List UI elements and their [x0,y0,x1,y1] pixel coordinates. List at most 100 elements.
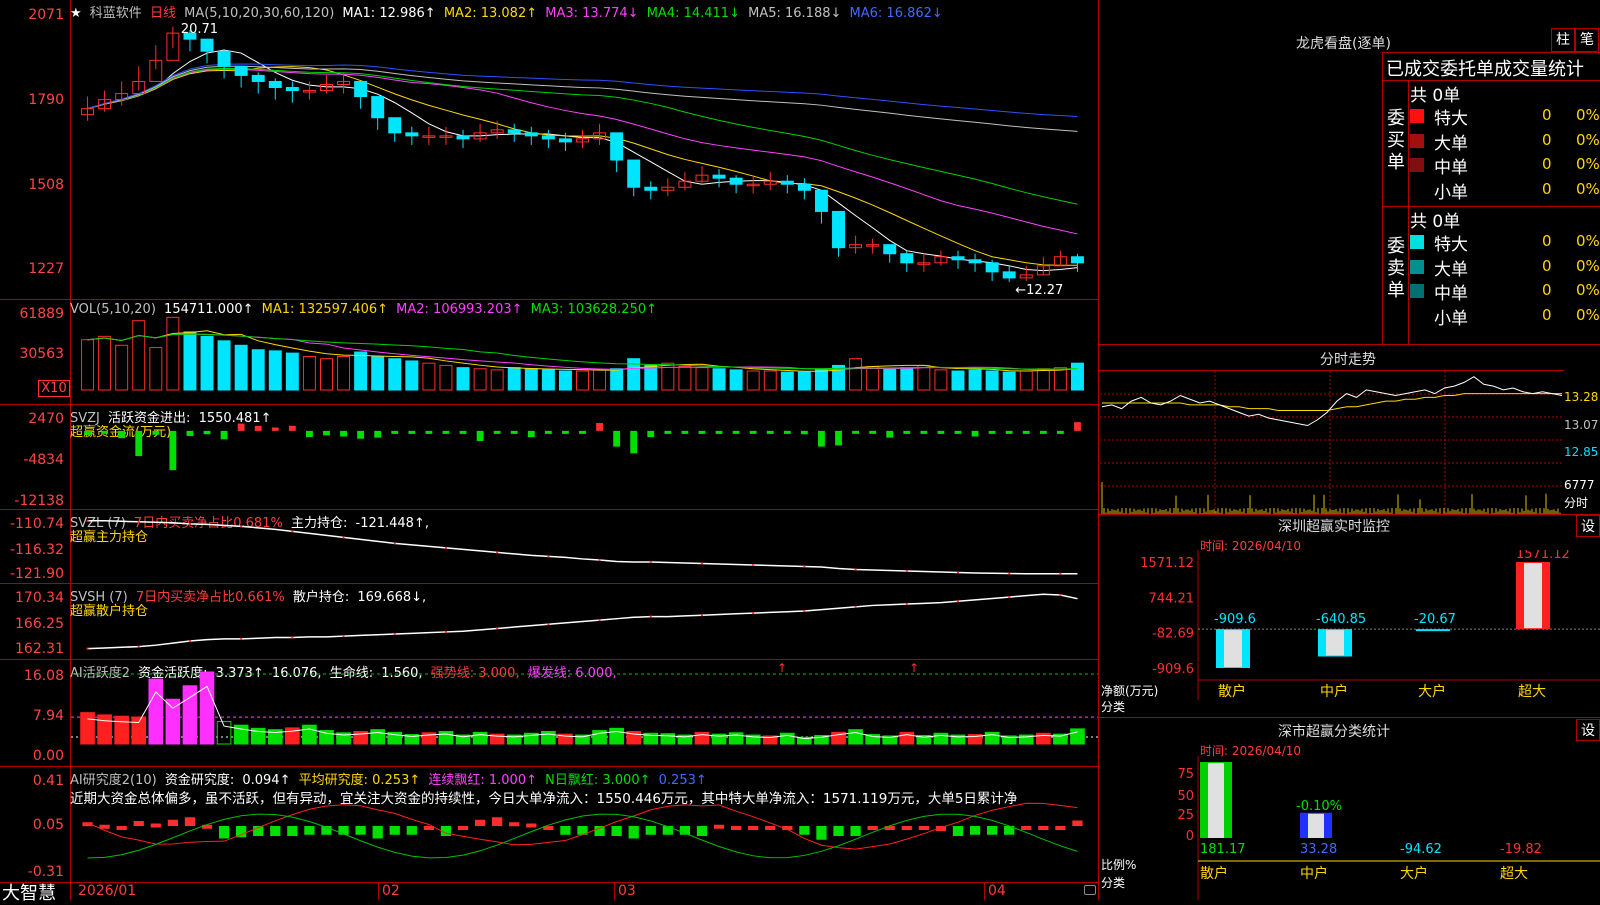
buy-label: 中单 [1434,158,1468,178]
sell-pct: 0% [1576,232,1600,250]
volume-bar [763,370,777,391]
cl-value-label: -94.62 [1400,842,1442,857]
svzl-pane[interactable]: SVZL (7) 7日内买卖净占比0.681% 主力持仓: -121.448↑,… [0,510,1098,584]
research-bar [99,824,110,829]
volume-bar [507,367,521,391]
volume-chart[interactable] [71,300,1098,405]
ai-research-y-label: -0.31 [27,864,64,880]
rt-y-label: -82.69 [1152,627,1194,642]
buy-pct: 0% [1576,130,1600,149]
lock-icon[interactable] [1084,885,1096,895]
buy-pct: 0% [1576,179,1600,198]
kline-pane[interactable]: ★ 科蓝软件 日线 MA(5,10,20,30,60,120) MA1: 12.… [0,0,1098,300]
kline-y-label: 1790 [28,92,64,108]
activity-chart[interactable]: ↑ ↑ [71,660,1098,767]
svsh-pane[interactable]: SVSH (7) 7日内买卖净占比0.661% 散户持仓: 169.668↓, … [0,584,1098,660]
volume-bar [746,370,760,391]
candlestick-chart[interactable]: 20.71 ←12.27 [71,0,1098,300]
fund-flow-bar [647,430,655,438]
research-bar [474,819,486,826]
ai-active-y-label: 0.00 [32,748,64,764]
main-holding-line-dot [700,562,703,565]
bar-view-button[interactable]: 柱 [1551,28,1575,52]
volume-pane[interactable]: VOL(5,10,20) 154711.000↑ MA1: 132597.406… [0,300,1098,405]
volume-bar [883,368,897,391]
research-chart[interactable] [71,767,1098,883]
sell-pct: 0% [1576,256,1600,275]
ma-line-1 [87,49,1078,272]
high-price-mark: 20.71 [181,22,218,37]
ai-active-y-label: 16.08 [23,668,64,684]
research-bar [1055,826,1066,830]
rt-bar-highlight [1326,630,1344,656]
classify-settings-button[interactable]: 设 [1576,719,1600,741]
fund-flow-bar [1056,430,1064,434]
volume-bar [371,355,385,391]
fund-flow-bar [476,430,484,441]
tick-view-button[interactable]: 笔 [1575,28,1599,52]
volume-bar [1019,370,1033,391]
candle-body [627,159,641,188]
research-bar [713,824,725,829]
fund-flow-bar [357,430,365,439]
main-holding-line [87,520,1078,575]
rt-category-label: 散户 [1218,683,1246,700]
stat-left-line [1382,52,1383,345]
fund-flow-bar [715,430,723,434]
research-bar [492,817,503,826]
svzj-pane[interactable]: SVZJ 活跃资金进出: 1550.481↑ 超赢资金流(万元) 2470 -4… [0,405,1098,510]
retail-holding-line-dot [444,630,447,633]
candle-body [968,259,982,264]
kline-y-label: 1508 [28,177,64,193]
fund-flow-bar [237,423,245,431]
cl-value-label: 181.17 [1200,842,1246,857]
sell-label: 大单 [1434,259,1468,280]
ai-active-pane[interactable]: AI活跃度2 资金活跃度: 3.373↑ 16.076, 生命线: 1.560,… [0,660,1098,767]
main-holding-line-dot [393,542,396,545]
fund-flow-bar [903,430,911,434]
activity-bar [541,730,556,745]
timeline-bar: 大智慧 2026/01 02 03 04 [0,883,1098,904]
fund-flow-bar [84,430,91,435]
ai-research-pane[interactable]: AI研究度2(10) 资金研究度: 0.094↑ 平均研究度: 0.253↑ 连… [0,767,1098,883]
research-bar [730,826,742,830]
retail-holding-line-dot [598,619,601,622]
volume-bar [627,358,641,391]
fund-flow-bar [169,430,177,471]
fund-flow-bar [596,423,603,431]
activity-bar [199,671,215,745]
timeline-label: 02 [382,883,400,899]
intraday-chart[interactable] [1100,371,1564,514]
volume-bar [166,316,180,391]
timeline-tick [378,883,379,900]
candle-body [1070,256,1084,264]
main-holding-line-dot [137,520,140,523]
cl-y-label: 50 [1177,789,1194,804]
volume-bar [678,366,692,391]
intraday-y-label: 13.07 [1564,418,1599,432]
realtime-settings-button[interactable]: 设 [1576,515,1600,537]
svsh-y-label: 166.25 [15,616,64,632]
sell-label: 特大 [1434,235,1468,255]
research-bar [355,826,366,835]
retail-holding-line-dot [854,605,857,608]
cl-category-label: 散户 [1200,865,1228,882]
buy-row: 中单 0 0% [1410,153,1600,178]
fund-flow-chart[interactable] [71,405,1098,510]
cl-value-label: 33.28 [1300,842,1337,857]
cl-y-label: 25 [1177,808,1194,823]
svsh-y-label: 170.34 [15,590,64,606]
rt-category-label: 超大 [1518,684,1546,700]
main-holding-line[interactable] [71,510,1098,584]
retail-holding-line[interactable] [71,584,1098,660]
candle-body [507,129,521,134]
volume-bar [541,369,555,391]
classify-bar-chart[interactable]: 75 50 25 0 181.17 散户 33.28 中户 -94.62 大户 -19.82 超大 -0… [1100,756,1600,900]
fund-flow-bar [220,430,228,440]
volume-bar [968,369,982,391]
volume-bar [98,335,112,391]
timeline-label: 04 [988,883,1006,899]
sell-count: 0 [1542,256,1552,275]
realtime-bar-chart[interactable]: 1571.12 744.21 -82.69 -909.6 -909.6 散户 -640.85… [1100,550,1600,718]
buy-count: 0 [1542,130,1552,149]
